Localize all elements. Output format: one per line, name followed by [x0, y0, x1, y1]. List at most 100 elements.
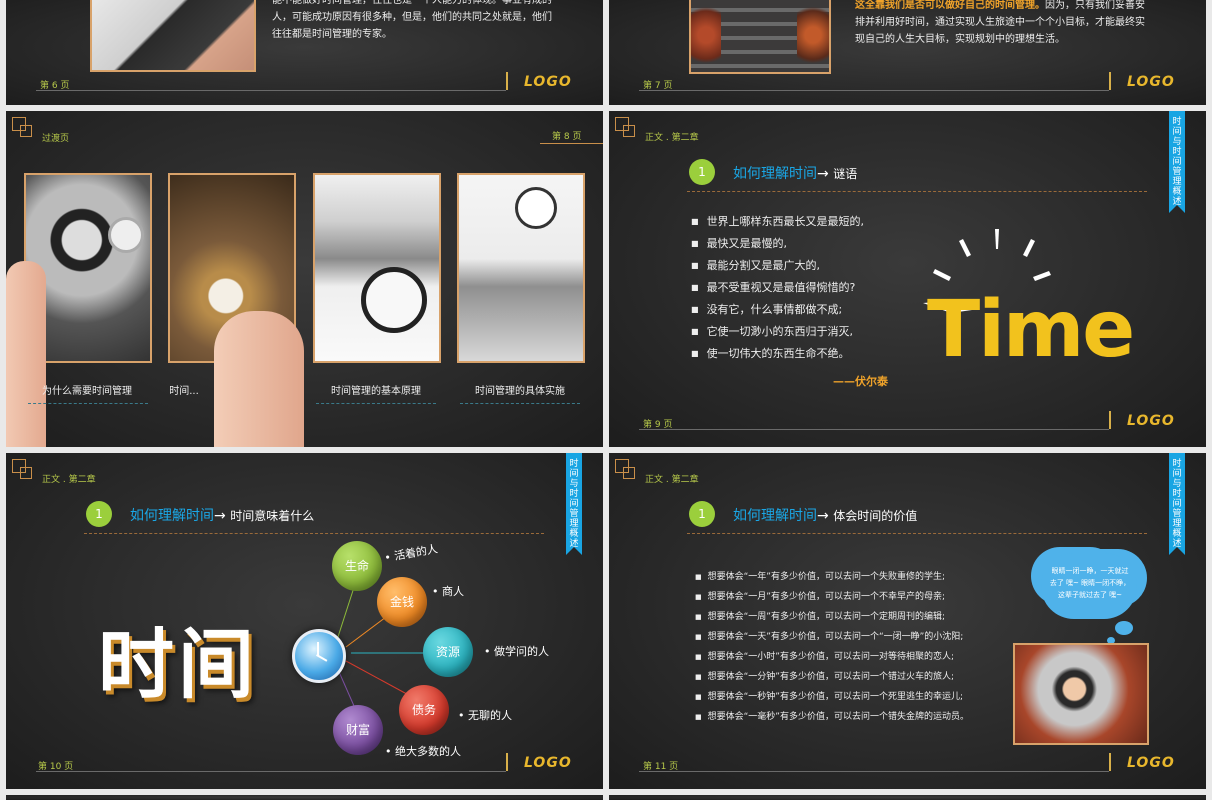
caption-line	[316, 403, 436, 404]
bubble-label: 资源	[435, 645, 460, 659]
hand-image	[6, 261, 46, 447]
quote-author: ——伏尔泰	[833, 375, 888, 388]
slide-10[interactable]: 正文 . 第二章 时间与时间管理概述 1 如何理解时间→ 时间意味着什么 时间 …	[6, 453, 603, 789]
logo: LOGO	[1127, 755, 1175, 771]
heading-arrow: →	[817, 508, 829, 524]
time-word: Time	[927, 285, 1135, 375]
corner-ornament	[623, 467, 635, 479]
heading-divider	[687, 533, 1147, 534]
bubble-desc: • 做学问的人	[484, 645, 549, 658]
breadcrumb: 正文 . 第二章	[645, 133, 699, 143]
value-line: 想要体会“一天”有多少价值，可以去问一个“一闭一睁”的小沈阳;	[695, 629, 964, 642]
value-line: 想要体会“一秒钟”有多少价值，可以去问一个死里逃生的幸运儿;	[695, 689, 963, 702]
bubble-label: 债务	[411, 703, 436, 717]
footer-tick	[1109, 72, 1111, 90]
footer-line	[639, 429, 1109, 430]
bubble-label: 生命	[344, 559, 369, 573]
bubble-desc: • 绝大多数的人	[385, 745, 461, 758]
slide-9[interactable]: 正文 . 第二章 时间与时间管理概述 1 如何理解时间→ 谜语 世界上哪样东西最…	[609, 111, 1206, 447]
value-line: 想要体会“一月”有多少价值，可以去问一个不幸早产的母亲;	[695, 589, 945, 602]
value-line: 想要体会“一毫秒”有多少价值，可以去问一个错失金牌的运动员。	[695, 709, 969, 722]
bubble-resource: 资源	[423, 627, 473, 677]
heading-subtitle: 谜语	[833, 167, 858, 181]
section-heading: 如何理解时间→ 体会时间的价值	[733, 505, 917, 525]
corner-ornament	[623, 125, 635, 137]
logo: LOGO	[1127, 74, 1175, 90]
heading-subtitle: 体会时间的价值	[833, 509, 918, 523]
bubble-life: 生命	[332, 541, 382, 591]
caption-line	[460, 403, 580, 404]
alarm-clock-icon	[361, 267, 427, 333]
stressed-man-photo	[457, 173, 585, 363]
caption-4: 时间管理的具体实施	[475, 386, 565, 397]
corner-ornament	[20, 125, 32, 137]
sleeping-man-photo	[313, 173, 441, 363]
hand-image	[214, 311, 304, 447]
footer-line	[639, 771, 1109, 772]
footer-tick	[1109, 753, 1111, 771]
thought-cloud: 眼睛一闭一睁，一天就过去了 嘿~ 眼睛一闭不睁，这辈子就过去了 嘿~	[1041, 553, 1137, 619]
heading-arrow: →	[817, 166, 829, 182]
slide-12-partial[interactable]	[6, 795, 603, 800]
bubble-label: 财富	[345, 723, 370, 737]
caption-1: 为什么需要时间管理	[42, 386, 132, 397]
slide-11[interactable]: 正文 . 第二章 时间与时间管理概述 1 如何理解时间→ 体会时间的价值 想要体…	[609, 453, 1206, 789]
caption-3: 时间管理的基本原理	[331, 386, 421, 397]
slide7-body-text: 这全靠我们是否可以做好自己的时间管理。因为，只有我们妥善安排并利用好时间，通过实…	[855, 0, 1145, 48]
slide-7[interactable]: 这全靠我们是否可以做好自己的时间管理。因为，只有我们妥善安排并利用好时间，通过实…	[609, 0, 1206, 105]
breadcrumb: 过渡页	[42, 134, 70, 144]
riddle-line: 最快又是最慢的,	[691, 235, 788, 251]
slide-6[interactable]: 能不能做好时间管理，往往也是一个人能力的体现。事业有成的人，可能成功原因有很多种…	[6, 0, 603, 105]
caption-line	[28, 403, 148, 404]
clock-icon	[292, 629, 346, 683]
bubble-debt: 债务	[399, 685, 449, 735]
section-number: 1	[689, 501, 715, 527]
footer-line	[36, 90, 506, 91]
heading-title: 如何理解时间	[733, 166, 817, 182]
footer-tick	[506, 72, 508, 90]
value-line: 想要体会“一周”有多少价值，可以去问一个定期周刊的编辑;	[695, 609, 945, 622]
logo: LOGO	[524, 74, 572, 90]
section-number: 1	[689, 159, 715, 185]
cloud-text: 眼睛一闭一睁，一天就过去了 嘿~ 眼睛一闭不睁，这辈子就过去了 嘿~	[1049, 567, 1131, 599]
riddle-line: 最不受重视又是最值得惋惜的?	[691, 279, 856, 295]
performer-photo	[1013, 643, 1149, 745]
riddle-line: 使一切伟大的东西生命不绝。	[691, 345, 850, 361]
highlight-text: 这全靠我们是否可以做好自己的时间管理。	[855, 0, 1045, 11]
connector-lines	[335, 574, 448, 716]
slide6-body-text: 能不能做好时间管理，往往也是一个人能力的体现。事业有成的人，可能成功原因有很多种…	[272, 0, 552, 40]
chapter-side-tab: 时间与时间管理概述	[1169, 111, 1185, 213]
bubble-desc: • 无聊的人	[458, 709, 512, 722]
wall-clock-icon	[515, 187, 557, 229]
section-heading: 如何理解时间→ 谜语	[733, 163, 857, 183]
heading-title: 如何理解时间	[733, 508, 817, 524]
riddle-line: 最能分割又是最广大的,	[691, 257, 821, 273]
slide-8[interactable]: 过渡页 第 8 页 为什么需要时间管理 时间... 时间管理的基本原理 时间管理…	[6, 111, 603, 447]
page-number: 第 8 页	[552, 132, 582, 142]
riddle-line: 没有它，什么事情都做不成;	[691, 301, 843, 317]
slide-13-partial[interactable]	[609, 795, 1206, 800]
businessman-photo	[90, 0, 256, 72]
logo: LOGO	[524, 755, 572, 771]
cloud-dot	[1115, 621, 1133, 635]
logo: LOGO	[1127, 413, 1175, 429]
bubble-money: 金钱	[377, 577, 427, 627]
footer-line	[36, 771, 506, 772]
heading-divider	[687, 191, 1147, 192]
value-line: 想要体会“一分钟”有多少价值，可以去问一个错过火车的旅人;	[695, 669, 954, 682]
value-line: 想要体会“一小时”有多少价值，可以去问一对等待相聚的恋人;	[695, 649, 954, 662]
bubble-desc: • 商人	[432, 585, 464, 598]
caption-2: 时间...	[169, 386, 199, 397]
bubble-wealth: 财富	[333, 705, 383, 755]
value-line: 想要体会“一年”有多少价值，可以去问一个失败重修的学生;	[695, 569, 945, 582]
breadcrumb: 正文 . 第二章	[645, 475, 699, 485]
riddle-line: 它使一切渺小的东西归于消灭,	[691, 323, 854, 339]
alarm-clock-icon	[108, 217, 144, 253]
footer-tick	[506, 753, 508, 771]
header-line	[540, 143, 603, 144]
stairs-photo	[689, 0, 831, 74]
riddle-line: 世界上哪样东西最长又是最短的,	[691, 213, 865, 229]
footer-tick	[1109, 411, 1111, 429]
chapter-side-tab: 时间与时间管理概述	[1169, 453, 1185, 555]
bubble-label: 金钱	[389, 595, 414, 609]
